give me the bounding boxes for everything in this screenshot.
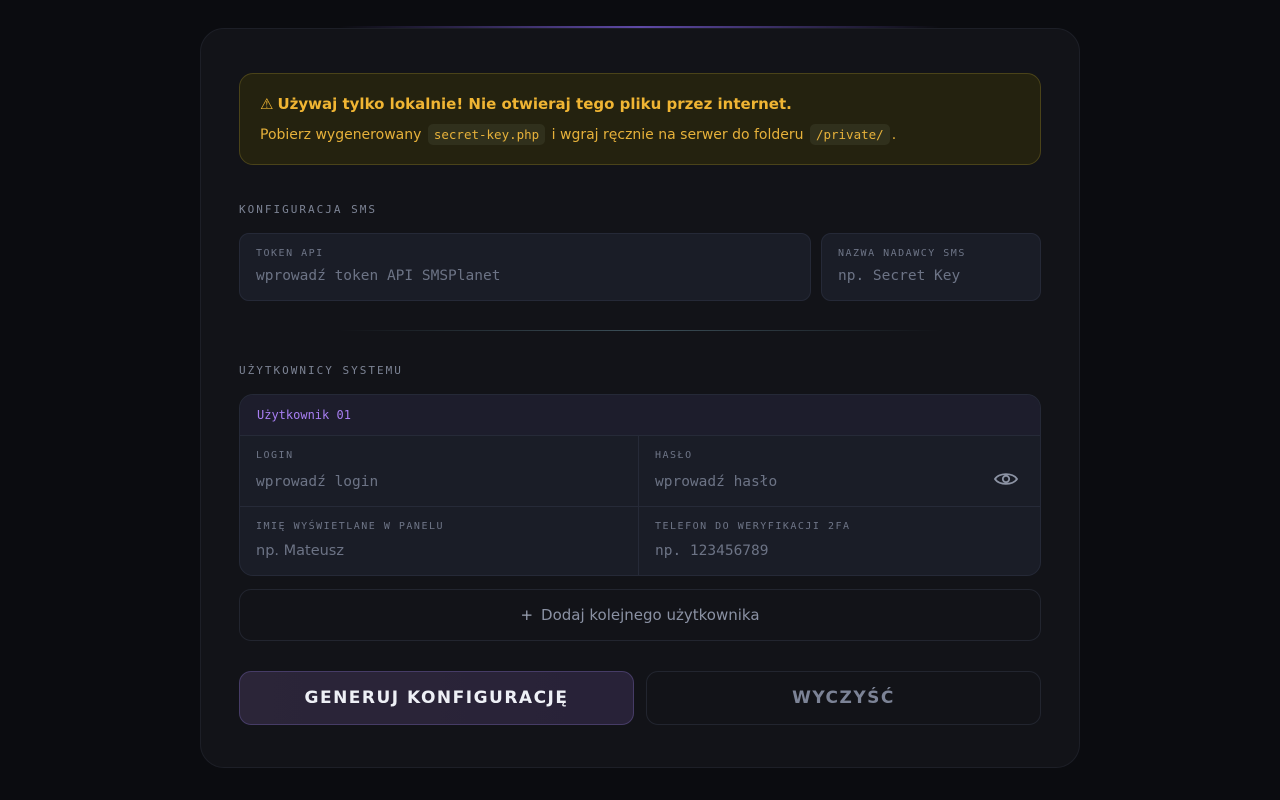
display-name-cell: IMIĘ WYŚWIETLANE W PANELU: [240, 506, 639, 575]
password-label: HASŁO: [655, 450, 693, 461]
warning-text: Pobierz wygenerowany secret-key.php i wg…: [260, 124, 896, 145]
display-name-input[interactable]: [256, 543, 594, 559]
eye-icon[interactable]: [994, 471, 1018, 487]
display-name-label: IMIĘ WYŚWIETLANE W PANELU: [256, 521, 445, 532]
login-label: LOGIN: [256, 450, 294, 461]
sender-field: NAZWA NADAWCY SMS: [821, 233, 1041, 301]
local-only-warning: ⚠ Używaj tylko lokalnie! Nie otwieraj teg…: [239, 73, 1041, 165]
token-label: TOKEN API: [256, 248, 324, 259]
add-user-label: Dodaj kolejnego użytkownika: [541, 606, 760, 624]
folder-code: /private/: [809, 124, 890, 145]
token-input[interactable]: [256, 268, 766, 284]
phone-input[interactable]: [655, 543, 998, 559]
password-input[interactable]: [655, 474, 998, 490]
login-input[interactable]: [256, 474, 594, 490]
clear-button[interactable]: WYCZYŚĆ: [646, 671, 1041, 725]
sender-input[interactable]: [838, 268, 1018, 284]
plus-icon: +: [520, 606, 534, 624]
warning-triangle-icon: ⚠: [260, 95, 274, 113]
add-user-button[interactable]: + Dodaj kolejnego użytkownika: [239, 589, 1041, 641]
token-field: TOKEN API: [239, 233, 811, 301]
sms-section-label: KONFIGURACJA SMS: [239, 203, 377, 216]
user-header-label: Użytkownik 01: [257, 408, 351, 422]
users-section-label: UŻYTKOWNICY SYSTEMU: [239, 364, 403, 377]
warning-text-middle: i wgraj ręcznie na serwer do folderu: [551, 127, 804, 143]
file-name-code: secret-key.php: [427, 124, 546, 145]
password-cell: HASŁO: [639, 435, 1040, 506]
warning-text-before: Pobierz wygenerowany: [260, 127, 422, 143]
phone-cell: TELEFON DO WERYFIKACJI 2FA: [639, 506, 1040, 575]
config-card: ⚠ Używaj tylko lokalnie! Nie otwieraj teg…: [200, 28, 1080, 768]
login-cell: LOGIN: [240, 435, 639, 506]
sender-label: NAZWA NADAWCY SMS: [838, 248, 966, 259]
section-divider: [339, 330, 941, 331]
warning-text-after: .: [891, 127, 897, 143]
user-header: Użytkownik 01: [240, 395, 1040, 435]
user-block: Użytkownik 01 LOGIN HASŁO IMIĘ WYŚWIETLA…: [239, 394, 1041, 576]
warning-title-text: Używaj tylko lokalnie! Nie otwieraj tego…: [277, 95, 792, 113]
generate-config-button[interactable]: GENERUJ KONFIGURACJĘ: [239, 671, 634, 725]
warning-title: ⚠ Używaj tylko lokalnie! Nie otwieraj teg…: [260, 95, 792, 113]
phone-label: TELEFON DO WERYFIKACJI 2FA: [655, 521, 851, 532]
